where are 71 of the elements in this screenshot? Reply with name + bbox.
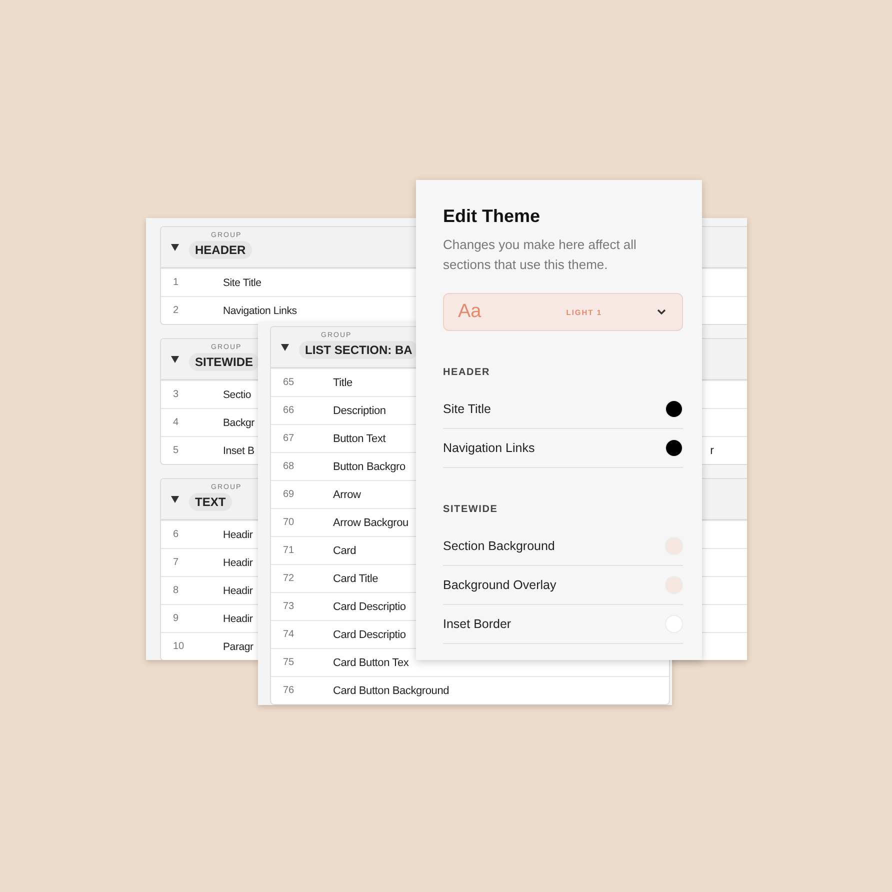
row-number: 3 (172, 389, 180, 400)
row-number: 76 (282, 685, 296, 696)
row-name: Title (333, 376, 352, 388)
row-number: 8 (172, 585, 180, 596)
color-setting-row[interactable]: Inset Border (443, 605, 683, 644)
section-heading: SITEWIDE (443, 504, 499, 515)
row-number: 65 (282, 377, 296, 388)
caret-icon[interactable] (171, 356, 179, 362)
color-swatch[interactable] (665, 439, 683, 457)
caret-icon[interactable] (281, 344, 289, 350)
group-name: LIST SECTION: BA (299, 340, 418, 358)
row-name: Card Descriptio (333, 628, 406, 640)
color-setting-row[interactable]: Background Overlay (443, 566, 683, 605)
row-name: Paragr (223, 640, 254, 652)
row-number: 5 (172, 445, 180, 456)
color-swatch[interactable] (665, 400, 683, 418)
setting-name: Site Title (443, 402, 491, 416)
color-setting-row[interactable]: Site Title (443, 390, 683, 429)
chevron-down-icon (656, 309, 666, 315)
row-number: 1 (172, 277, 180, 288)
row-number: 75 (282, 657, 296, 668)
table-row[interactable]: 76 Card Button Background (271, 676, 669, 704)
row-name: Card Title (333, 572, 378, 584)
row-name: Headir (223, 528, 253, 540)
row-number: 4 (172, 417, 180, 428)
row-number: 6 (172, 529, 180, 540)
row-number: 72 (282, 573, 296, 584)
row-name: Button Backgro (333, 460, 406, 472)
font-sample: Aa (458, 301, 482, 323)
group-name: SITEWIDE (189, 352, 260, 370)
row-number: 73 (282, 601, 296, 612)
row-number: 7 (172, 557, 180, 568)
caret-icon[interactable] (171, 496, 179, 502)
group-name: TEXT (189, 492, 232, 510)
row-number: 74 (282, 629, 296, 640)
row-name: Sectio (223, 388, 251, 400)
row-name: Button Text (333, 432, 386, 444)
row-number: 10 (172, 641, 186, 652)
setting-name: Section Background (443, 539, 555, 553)
group-name: HEADER (189, 240, 252, 258)
section-heading: HEADER (443, 367, 492, 378)
caret-icon[interactable] (171, 244, 179, 250)
row-name: Site Title (223, 276, 262, 288)
row-name: Navigation Links (223, 304, 297, 316)
color-setting-row[interactable]: Section Background (443, 527, 683, 566)
panel-title: Edit Theme (443, 206, 542, 227)
color-setting-row[interactable]: Navigation Links (443, 429, 683, 468)
row-number: 69 (282, 489, 296, 500)
row-name: Backgr (223, 416, 254, 428)
row-name: Arrow Backgrou (333, 516, 408, 528)
row-name: Card Button Background (333, 684, 450, 696)
row-name: Headir (223, 584, 253, 596)
row-name: Headir (223, 612, 253, 624)
table-cell: r (710, 444, 714, 456)
row-name: Arrow (333, 488, 361, 500)
row-name: Headir (223, 556, 253, 568)
row-number: 2 (172, 305, 180, 316)
setting-name: Background Overlay (443, 578, 556, 592)
row-number: 9 (172, 613, 180, 624)
row-name: Card (333, 544, 356, 556)
row-number: 67 (282, 433, 296, 444)
row-number: 70 (282, 517, 296, 528)
row-name: Inset B (223, 444, 254, 456)
setting-name: Navigation Links (443, 441, 535, 455)
setting-name: Inset Border (443, 617, 512, 631)
row-name: Card Button Tex (333, 656, 409, 668)
row-number: 68 (282, 461, 296, 472)
row-number: 66 (282, 405, 296, 416)
row-name: Card Descriptio (333, 600, 406, 612)
row-number: 71 (282, 545, 296, 556)
row-name: Description (333, 404, 386, 416)
